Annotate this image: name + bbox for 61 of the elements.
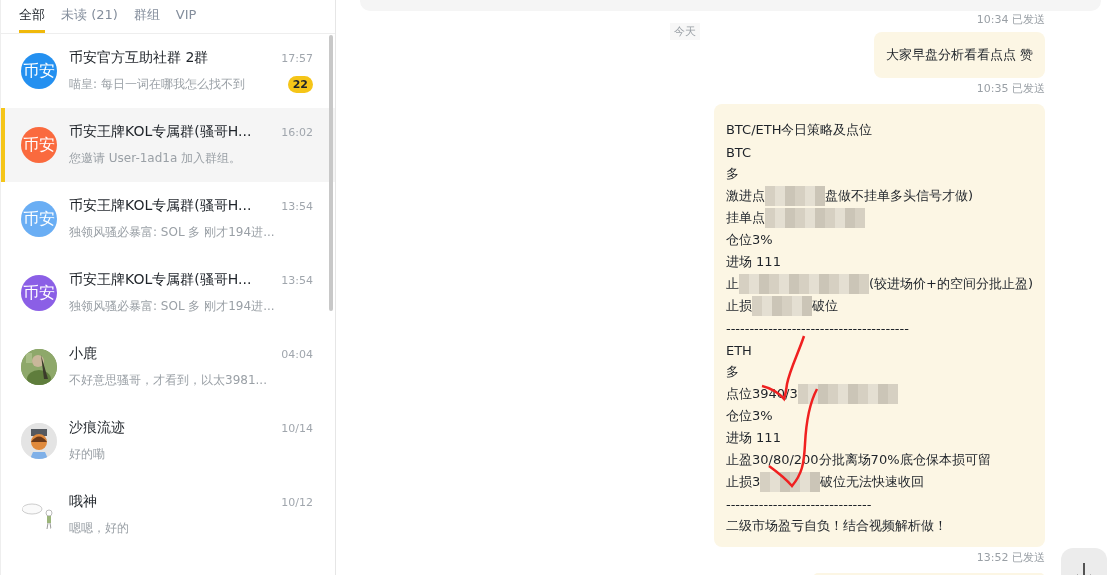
chat-time: 17:57 [281, 51, 313, 65]
message-line: BTC [725, 143, 753, 162]
message-line: 二级市场盈亏自负！结合视频解析做！ [725, 517, 948, 535]
chat-item[interactable]: 币安 币安官方互助社群 2群 17:57 喵皇: 每日一词在哪我怎么找不到 22 [1, 34, 335, 108]
message-line: 止 (较进场价+的空间分批止盈) [725, 273, 1033, 295]
message-line: 进场 111 [725, 253, 782, 271]
chat-preview: 独领风骚必暴富: SOL 多 刚才194进... [69, 298, 275, 315]
chat-item[interactable]: 币安 币安王牌KOL专属群(骚哥H... 13:54 独领风骚必暴富: SOL 多 刚才194进... [1, 256, 335, 330]
message-line: 多 [725, 363, 740, 381]
message-status: 10:35 已发送 [976, 81, 1045, 96]
chat-preview: 嗯嗯，好的 [69, 520, 129, 537]
pixelated-blur [760, 472, 821, 492]
chat-time: 16:02 [281, 125, 313, 139]
tab[interactable]: 群组 [133, 7, 160, 33]
avatar: 币安 [21, 127, 57, 163]
avatar: 币安 [21, 201, 57, 237]
chat-time: 13:54 [281, 199, 313, 213]
message-line: 止损 破位 [725, 295, 1033, 317]
chat-name: 沙痕流迹 [69, 419, 125, 437]
chat-preview: 独领风骚必暴富: SOL 多 刚才194进... [69, 224, 275, 241]
message-status: 13:52 已发送 [976, 550, 1045, 565]
chat-name: 币安官方互助社群 2群 [69, 49, 209, 67]
chat-preview: 喵皇: 每日一词在哪我怎么找不到 [69, 76, 245, 93]
scrollbar[interactable] [329, 35, 333, 311]
message-line: 仓位3% [725, 407, 774, 425]
chat-time: 04:04 [281, 347, 313, 361]
chat-item[interactable]: 小鹿 04:04 不好意思骚哥，才看到，以太3981... [1, 330, 335, 404]
chat-item[interactable]: 哦神 10/12 嗯嗯，好的 [1, 478, 335, 552]
chat-name: 哦神 [69, 493, 97, 511]
message-line: BTC/ETH今日策略及点位 [725, 121, 874, 139]
chat-name: 币安王牌KOL专属群(骚哥H... [69, 197, 252, 215]
chat-item[interactable]: 币安 币安王牌KOL专属群(骚哥H... 13:54 独领风骚必暴富: SOL 多 刚才194进... [1, 182, 335, 256]
chat-preview: 不好意思骚哥，才看到，以太3981... [69, 372, 267, 389]
message-line: 仓位3% [725, 231, 774, 249]
message-line: 止损3 破位无法快速收回 [725, 471, 1033, 493]
pixelated-blur [764, 186, 825, 206]
avatar: 币安 [21, 53, 57, 89]
chat-name: 币安王牌KOL专属群(骚哥H... [69, 123, 252, 141]
avatar: 币安 [21, 275, 57, 311]
message-line: ------------------------------- [725, 495, 873, 514]
message-line: --------------------------------------- [725, 319, 910, 338]
message-line: 多 [725, 165, 740, 183]
chat-time: 10/14 [281, 421, 313, 435]
chat-time: 13:54 [281, 273, 313, 287]
message-line: ETH [725, 341, 753, 360]
pixelated-blur [751, 296, 812, 316]
message-status: 10:34 已发送 [976, 12, 1045, 27]
chat-preview: 您邀请 User-1ad1a 加入群组。 [69, 150, 242, 167]
message-line: 激进点 盘做不挂单多头信号才做) [725, 185, 1033, 207]
avatar [21, 423, 57, 459]
message-line: 进场 111 [725, 429, 782, 447]
unread-badge: 22 [287, 76, 313, 93]
chat-item[interactable]: 币安 币安王牌KOL专属群(骚哥H... 16:02 您邀请 User-1ad1a 加入群组。 [1, 108, 335, 182]
chat-name: 币安王牌KOL专属群(骚哥H... [69, 271, 252, 289]
message-line: 挂单点 [725, 207, 1033, 229]
chat-name: 小鹿 [69, 345, 97, 363]
message-line: 大家早盘分析看看点点 赞 [885, 46, 1033, 64]
chat-preview: 好的嘞 [69, 446, 105, 463]
chat-item[interactable]: 沙痕流迹 10/14 好的嘞 [1, 404, 335, 478]
chat-time: 10/12 [281, 495, 313, 509]
tab[interactable]: 全部 [19, 7, 45, 33]
